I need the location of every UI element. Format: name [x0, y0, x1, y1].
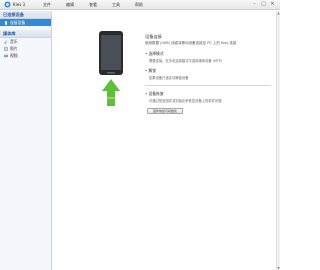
- sidebar-item-label: 连接设备: [10, 19, 26, 25]
- sidebar-item-connect-device[interactable]: 连接设备: [0, 19, 51, 26]
- step-select-mode-title: • 选择模式: [145, 51, 164, 56]
- menu-view[interactable]: 查看: [89, 2, 97, 8]
- connection-instructions: 设备连接 使用数据 (USB) 线缆将移动设备连接至 PC 上的 Kies 连接…: [145, 34, 273, 114]
- menu-help[interactable]: 帮助: [135, 2, 143, 8]
- vertical-scrollbar[interactable]: ▲ ▼: [276, 11, 280, 270]
- recovery-title: • 设备恢复: [145, 91, 164, 96]
- music-icon: [4, 39, 8, 44]
- minimize-button[interactable]: –: [250, 1, 259, 8]
- firmware-recovery-button[interactable]: 固件恢复与初始化: [147, 108, 183, 114]
- device-illustration: [91, 31, 131, 112]
- sidebar-item-photos[interactable]: 照片: [0, 45, 51, 52]
- step-unlock-title: • 解锁: [145, 68, 157, 73]
- menu-file[interactable]: 文件: [43, 2, 51, 8]
- sidebar-item-videos[interactable]: 视频: [0, 52, 51, 59]
- window-controls: – □ ✕: [250, 1, 277, 8]
- step-unlock-text: 如果设备已锁定请解锁设备: [149, 76, 189, 80]
- scroll-up-icon[interactable]: ▲: [277, 11, 280, 15]
- sidebar-item-music[interactable]: 音乐: [0, 38, 51, 45]
- title-bar: Kies 3 文件 编辑 查看 工具 帮助 – □ ✕: [0, 0, 280, 10]
- sidebar-item-label: 音乐: [10, 38, 18, 44]
- video-icon: [4, 54, 8, 58]
- phone-icon: [4, 20, 8, 25]
- phone-connect-icon: [99, 31, 123, 106]
- connection-description: 使用数据 (USB) 线缆将移动设备连接至 PC 上的 Kies 连接: [145, 41, 237, 45]
- kies-logo-icon: [4, 1, 11, 8]
- menu-tools[interactable]: 工具: [112, 2, 120, 8]
- library-header: 媒体库: [0, 30, 51, 38]
- connected-devices-header: 已连接设备: [0, 11, 51, 19]
- menu-bar: 文件 编辑 查看 工具 帮助: [43, 2, 158, 8]
- close-button[interactable]: ✕: [268, 1, 277, 8]
- page-title: 设备连接: [145, 34, 162, 39]
- maximize-button[interactable]: □: [259, 1, 268, 8]
- main-content: 设备连接 使用数据 (USB) 线缆将移动设备连接至 PC 上的 Kies 连接…: [53, 11, 280, 270]
- sidebar-item-label: 视频: [10, 52, 18, 58]
- photo-icon: [4, 46, 8, 51]
- step-select-mode-text: 需要连接。在手机连接模式中选择媒体设备 (MTP): [149, 59, 223, 63]
- divider: [145, 85, 271, 86]
- app-title: Kies 3: [13, 2, 26, 7]
- sidebar: 已连接设备 连接设备 媒体库 音乐 照片 视频: [0, 11, 52, 270]
- kies-window: Kies 3 文件 编辑 查看 工具 帮助 – □ ✕ 已连接设备 连接设备 媒…: [0, 0, 280, 270]
- sidebar-item-label: 照片: [10, 45, 18, 51]
- menu-edit[interactable]: 编辑: [66, 2, 74, 8]
- scroll-down-icon[interactable]: ▼: [277, 266, 280, 270]
- recovery-text: 可通过恢复固件或初始化来恢复设备上的软件问题: [149, 99, 222, 103]
